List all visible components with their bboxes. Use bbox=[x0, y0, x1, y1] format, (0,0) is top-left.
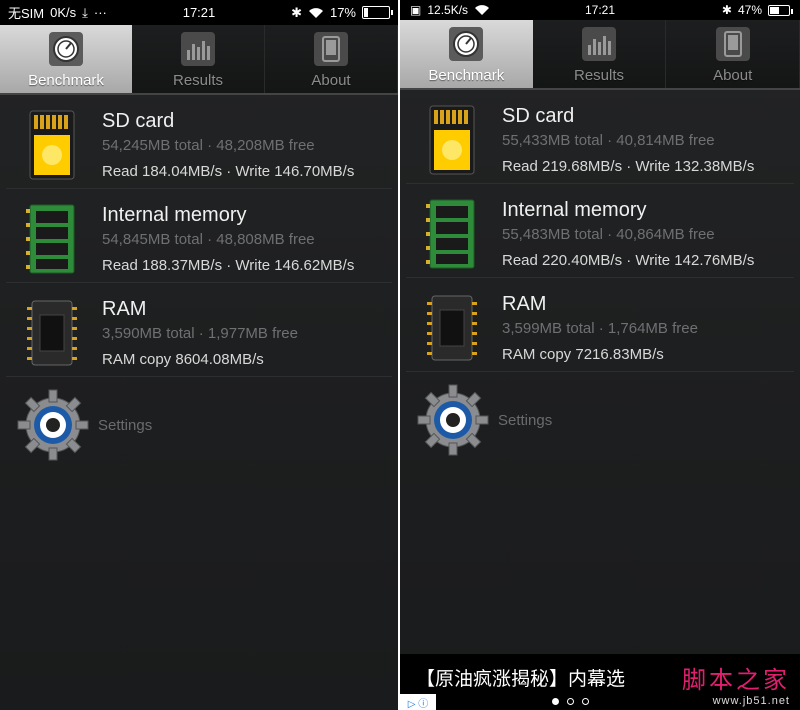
tab-results[interactable]: Results bbox=[532, 20, 667, 88]
status-bar: 无SIM 0K/s ⤓ ··· 17:21 ✱ 17% bbox=[0, 0, 398, 25]
tab-label: Results bbox=[172, 72, 224, 89]
wifi-icon bbox=[474, 4, 490, 16]
memory-chip-icon bbox=[426, 199, 475, 269]
item-capacity: 55,433MB total · 40,814MB free bbox=[502, 132, 715, 149]
item-result: Read 184.04MB/s · Write 146.70MB/s bbox=[102, 163, 355, 180]
settings-row[interactable]: Settings bbox=[6, 377, 392, 471]
item-title: SD card bbox=[102, 110, 175, 132]
clock: 17:21 bbox=[182, 5, 216, 20]
watermark-text: 脚本之家 bbox=[682, 666, 790, 694]
sd-card-icon bbox=[29, 110, 75, 180]
ad-banner[interactable]: 【原油疯涨揭秘】内幕选 脚本之家 www.jb51.net ▷ ⓘ bbox=[400, 654, 800, 710]
settings-label: Settings bbox=[498, 411, 553, 429]
benchmark-list: SD card 55,433MB total · 40,814MB free R… bbox=[400, 90, 800, 466]
item-title: SD card bbox=[502, 105, 575, 127]
carousel-dot[interactable] bbox=[582, 698, 589, 705]
phone-icon bbox=[715, 27, 750, 61]
carousel-dots bbox=[552, 698, 589, 705]
ram-chip-icon bbox=[427, 295, 477, 361]
bluetooth-icon: ✱ bbox=[291, 4, 302, 20]
carrier-label: 无SIM bbox=[8, 6, 45, 21]
speedometer-icon bbox=[449, 27, 484, 61]
list-item-sd-card[interactable]: SD card 54,245MB total · 48,208MB free R… bbox=[6, 95, 392, 189]
settings-label: Settings bbox=[98, 416, 153, 434]
bluetooth-icon: ✱ bbox=[721, 3, 732, 17]
item-capacity: 3,590MB total · 1,977MB free bbox=[102, 325, 298, 342]
tab-bar: Benchmark Results About bbox=[400, 20, 800, 90]
sd-card-icon bbox=[429, 105, 475, 175]
settings-row[interactable]: Settings bbox=[406, 372, 794, 466]
list-item-ram[interactable]: RAM 3,599MB total · 1,764MB free RAM cop… bbox=[406, 278, 794, 372]
bar-chart-icon bbox=[582, 27, 616, 61]
item-title: Internal memory bbox=[502, 199, 647, 221]
more-icon: ··· bbox=[93, 5, 107, 20]
item-result: Read 188.37MB/s · Write 146.62MB/s bbox=[102, 257, 355, 274]
item-result: RAM copy 7216.83MB/s bbox=[502, 346, 664, 363]
tab-benchmark[interactable]: Benchmark bbox=[400, 20, 533, 88]
list-item-ram[interactable]: RAM 3,590MB total · 1,977MB free RAM cop… bbox=[6, 283, 392, 377]
item-title: RAM bbox=[102, 298, 147, 320]
battery-percent: 17% bbox=[329, 5, 356, 20]
item-capacity: 55,483MB total · 40,864MB free bbox=[502, 226, 715, 243]
tab-benchmark[interactable]: Benchmark bbox=[0, 25, 132, 93]
sim-icon: ▣ bbox=[410, 3, 422, 17]
list-item-internal-memory[interactable]: Internal memory 55,483MB total · 40,864M… bbox=[406, 184, 794, 278]
item-capacity: 3,599MB total · 1,764MB free bbox=[502, 320, 698, 337]
left-phone-screen: 无SIM 0K/s ⤓ ··· 17:21 ✱ 17% Benchmark Re… bbox=[0, 0, 398, 710]
network-speed: 12.5K/s bbox=[427, 3, 469, 17]
item-result: Read 220.40MB/s · Write 142.76MB/s bbox=[502, 252, 755, 269]
memory-chip-icon bbox=[26, 204, 75, 274]
battery-percent: 47% bbox=[737, 3, 762, 17]
carousel-dot[interactable] bbox=[567, 698, 574, 705]
item-title: Internal memory bbox=[102, 204, 247, 226]
download-icon: ⤓ bbox=[82, 4, 88, 20]
battery-icon bbox=[768, 4, 793, 16]
phone-icon bbox=[314, 32, 348, 66]
list-item-sd-card[interactable]: SD card 55,433MB total · 40,814MB free R… bbox=[406, 90, 794, 184]
tab-results[interactable]: Results bbox=[132, 25, 265, 93]
battery-icon bbox=[362, 6, 393, 19]
tab-about[interactable]: About bbox=[666, 20, 800, 88]
watermark: 脚本之家 www.jb51.net bbox=[682, 660, 790, 707]
ad-text: 【原油疯涨揭秘】内幕选 bbox=[416, 669, 626, 690]
tab-label: Results bbox=[573, 67, 625, 84]
gear-icon bbox=[417, 384, 489, 456]
list-item-internal-memory[interactable]: Internal memory 54,845MB total · 48,808M… bbox=[6, 189, 392, 283]
item-result: Read 219.68MB/s · Write 132.38MB/s bbox=[502, 158, 755, 175]
tab-label: About bbox=[311, 72, 351, 89]
watermark-url: www.jb51.net bbox=[712, 695, 790, 707]
tab-about[interactable]: About bbox=[265, 25, 398, 93]
network-speed: 0K/s bbox=[50, 5, 77, 20]
speedometer-icon bbox=[49, 32, 83, 66]
tab-label: Benchmark bbox=[28, 72, 104, 89]
status-bar: ▣ 12.5K/s 17:21 ✱ 47% bbox=[400, 0, 800, 20]
item-capacity: 54,845MB total · 48,808MB free bbox=[102, 231, 315, 248]
tab-label: About bbox=[713, 67, 753, 84]
right-phone-screen: ▣ 12.5K/s 17:21 ✱ 47% Benchmark Results bbox=[400, 0, 800, 710]
wifi-icon bbox=[308, 7, 324, 19]
item-capacity: 54,245MB total · 48,208MB free bbox=[102, 137, 315, 154]
tab-label: Benchmark bbox=[428, 67, 505, 84]
ad-choices-icon[interactable]: ▷ ⓘ bbox=[400, 694, 436, 710]
item-title: RAM bbox=[502, 293, 547, 315]
gear-icon bbox=[17, 389, 89, 461]
ram-chip-icon bbox=[27, 300, 77, 366]
item-result: RAM copy 8604.08MB/s bbox=[102, 351, 264, 368]
clock: 17:21 bbox=[584, 3, 616, 17]
tab-bar: Benchmark Results About bbox=[0, 25, 398, 95]
bar-chart-icon bbox=[181, 32, 215, 66]
carousel-dot[interactable] bbox=[552, 698, 559, 705]
benchmark-list: SD card 54,245MB total · 48,208MB free R… bbox=[0, 95, 398, 471]
